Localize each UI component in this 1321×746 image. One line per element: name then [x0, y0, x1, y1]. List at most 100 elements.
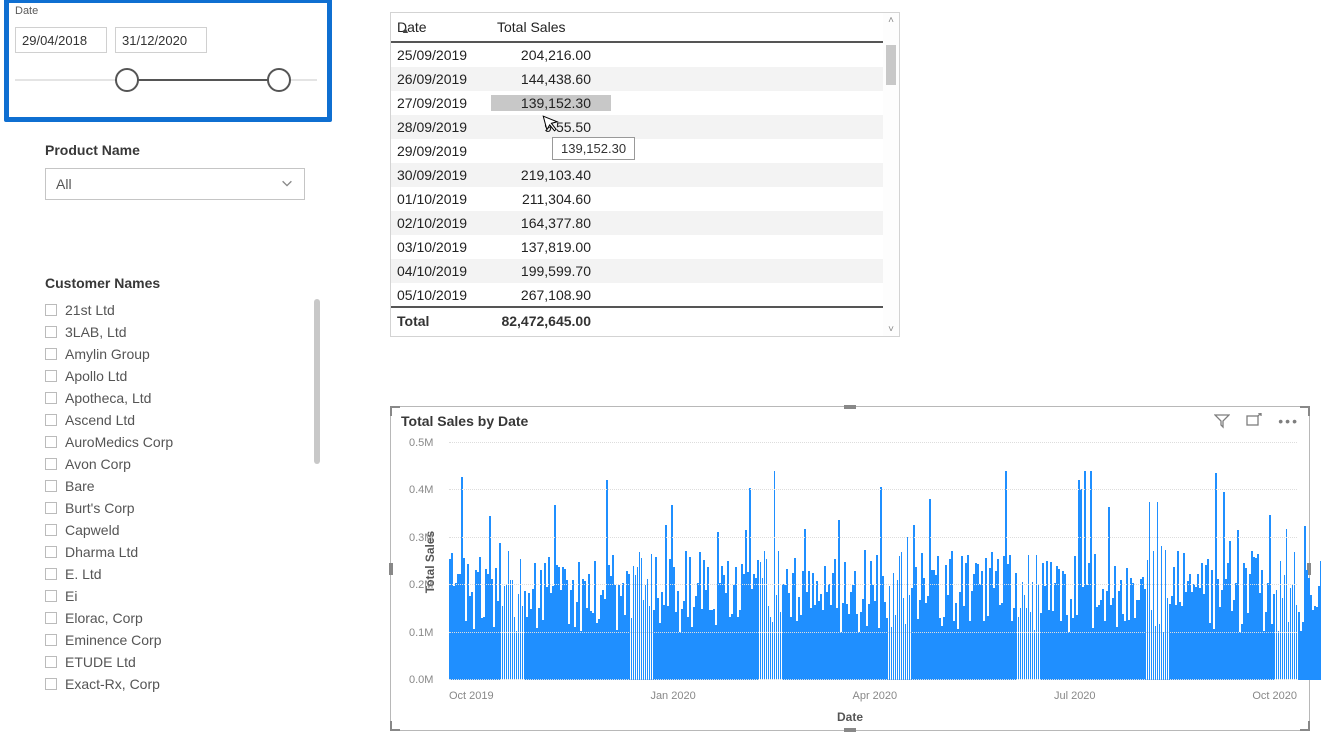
customer-item[interactable]: 21st Ltd — [45, 299, 320, 321]
customer-item-label: Dharma Ltd — [65, 544, 138, 560]
customer-item[interactable]: Bare — [45, 475, 320, 497]
scroll-down-icon[interactable]: ˅ — [883, 322, 899, 336]
table-cell-date: 05/10/2019 — [391, 287, 491, 303]
customer-item[interactable]: Ei — [45, 585, 320, 607]
y-tick-label: 0.2M — [409, 579, 433, 591]
customer-item[interactable]: ETUDE Ltd — [45, 651, 320, 673]
checkbox-icon[interactable] — [45, 656, 57, 668]
checkbox-icon[interactable] — [45, 568, 57, 580]
table-row[interactable]: 05/10/2019267,108.90 — [391, 283, 899, 306]
table-row[interactable]: 25/09/2019204,216.00 — [391, 43, 899, 67]
resize-handle-br[interactable] — [1300, 721, 1310, 731]
date-slider-track[interactable] — [15, 79, 317, 81]
product-name-dropdown[interactable]: All — [45, 168, 305, 200]
grid-line — [449, 442, 1297, 443]
more-options-icon[interactable]: ••• — [1278, 413, 1299, 429]
customer-item-label: Apollo Ltd — [65, 368, 127, 384]
checkbox-icon[interactable] — [45, 304, 57, 316]
x-tick-label: Apr 2020 — [853, 690, 898, 702]
table-row[interactable]: 02/10/2019164,377.80 — [391, 211, 899, 235]
table-scrollbar[interactable]: ˄ ˅ — [883, 13, 899, 336]
checkbox-icon[interactable] — [45, 326, 57, 338]
focus-mode-icon[interactable] — [1246, 413, 1262, 429]
y-tick-label: 0.4M — [409, 484, 433, 496]
checkbox-icon[interactable] — [45, 634, 57, 646]
customer-item[interactable]: Apotheca, Ltd — [45, 387, 320, 409]
resize-handle-left[interactable] — [389, 563, 393, 575]
checkbox-icon[interactable] — [45, 678, 57, 690]
date-end-input[interactable]: 31/12/2020 — [115, 27, 207, 53]
customer-item[interactable]: E. Ltd — [45, 563, 320, 585]
resize-handle-top[interactable] — [844, 405, 856, 409]
checkbox-icon[interactable] — [45, 502, 57, 514]
table-row[interactable]: 29/09/20199 — [391, 139, 899, 163]
customer-item-label: E. Ltd — [65, 566, 102, 582]
table-cell-value: 144,438.60 — [491, 71, 611, 87]
customer-item[interactable]: Exact-Rx, Corp — [45, 673, 320, 695]
table-column-total-sales[interactable]: Total Sales — [491, 19, 611, 35]
customer-item[interactable]: Eminence Corp — [45, 629, 320, 651]
customer-item-label: Ei — [65, 588, 77, 604]
date-slider-handle-start[interactable] — [115, 68, 139, 92]
product-name-label: Product Name — [45, 142, 305, 158]
checkbox-icon[interactable] — [45, 436, 57, 448]
checkbox-icon[interactable] — [45, 414, 57, 426]
customer-item-label: Elorac, Corp — [65, 610, 143, 626]
table-row[interactable]: 28/09/20199 55.50 — [391, 115, 899, 139]
customer-item[interactable]: Burt's Corp — [45, 497, 320, 519]
resize-handle-tr[interactable] — [1300, 406, 1310, 416]
checkbox-icon[interactable] — [45, 524, 57, 536]
customer-item[interactable]: AuroMedics Corp — [45, 431, 320, 453]
checkbox-icon[interactable] — [45, 458, 57, 470]
checkbox-icon[interactable] — [45, 546, 57, 558]
table-row[interactable]: 03/10/2019137,819.00 — [391, 235, 899, 259]
checkbox-icon[interactable] — [45, 370, 57, 382]
date-slicer-label: Date — [15, 5, 38, 17]
chart-bars — [449, 443, 1297, 680]
customer-scrollbar-thumb[interactable] — [314, 299, 320, 464]
resize-handle-bottom[interactable] — [844, 728, 856, 732]
date-start-input[interactable]: 29/04/2018 — [15, 27, 107, 53]
customer-item[interactable]: Elorac, Corp — [45, 607, 320, 629]
table-cell-value: 137,819.00 — [491, 239, 611, 255]
customer-item[interactable]: Ascend Ltd — [45, 409, 320, 431]
customer-item[interactable]: Apollo Ltd — [45, 365, 320, 387]
total-sales-chart[interactable]: Total Sales by Date ••• Total Sales 0.0M… — [390, 406, 1310, 731]
table-row[interactable]: 27/09/2019139,152.30 — [391, 91, 899, 115]
checkbox-icon[interactable] — [45, 348, 57, 360]
table-scrollbar-thumb[interactable] — [886, 45, 896, 85]
date-slider-handle-end[interactable] — [267, 68, 291, 92]
checkbox-icon[interactable] — [45, 590, 57, 602]
table-row[interactable]: 26/09/2019144,438.60 — [391, 67, 899, 91]
customer-item-label: Exact-Rx, Corp — [65, 676, 160, 692]
y-tick-label: 0.5M — [409, 437, 433, 449]
customer-item[interactable]: 3LAB, Ltd — [45, 321, 320, 343]
customer-item[interactable]: Avon Corp — [45, 453, 320, 475]
y-tick-label: 0.0M — [409, 674, 433, 686]
table-column-date[interactable]: Date ▲ — [391, 19, 491, 35]
table-row[interactable]: 30/09/2019219,103.40 — [391, 163, 899, 187]
checkbox-icon[interactable] — [45, 480, 57, 492]
filter-icon[interactable] — [1214, 413, 1230, 429]
table-row[interactable]: 01/10/2019211,304.60 — [391, 187, 899, 211]
cell-tooltip: 139,152.30 — [552, 137, 635, 160]
date-slicer: Date 29/04/2018 31/12/2020 — [4, 0, 332, 122]
customer-item-label: 3LAB, Ltd — [65, 324, 127, 340]
customer-item[interactable]: Dharma Ltd — [45, 541, 320, 563]
resize-handle-tl[interactable] — [390, 406, 400, 416]
checkbox-icon[interactable] — [45, 612, 57, 624]
grid-line — [449, 537, 1297, 538]
scroll-up-icon[interactable]: ˄ — [883, 13, 899, 27]
checkbox-icon[interactable] — [45, 392, 57, 404]
resize-handle-right[interactable] — [1307, 563, 1311, 575]
customer-names-slicer: Customer Names 21st Ltd3LAB, LtdAmylin G… — [45, 275, 320, 725]
table-row[interactable]: 04/10/2019199,599.70 — [391, 259, 899, 283]
customer-item[interactable]: Capweld — [45, 519, 320, 541]
resize-handle-bl[interactable] — [390, 721, 400, 731]
table-cell-date: 01/10/2019 — [391, 191, 491, 207]
x-axis-label: Date — [837, 710, 863, 724]
customer-item[interactable]: Amylin Group — [45, 343, 320, 365]
grid-line — [449, 679, 1297, 680]
table-cell-value: 9 55.50 — [491, 119, 611, 135]
customer-list[interactable]: 21st Ltd 3LAB, Ltd Amylin Group Apollo Ltd A… — [45, 299, 320, 719]
